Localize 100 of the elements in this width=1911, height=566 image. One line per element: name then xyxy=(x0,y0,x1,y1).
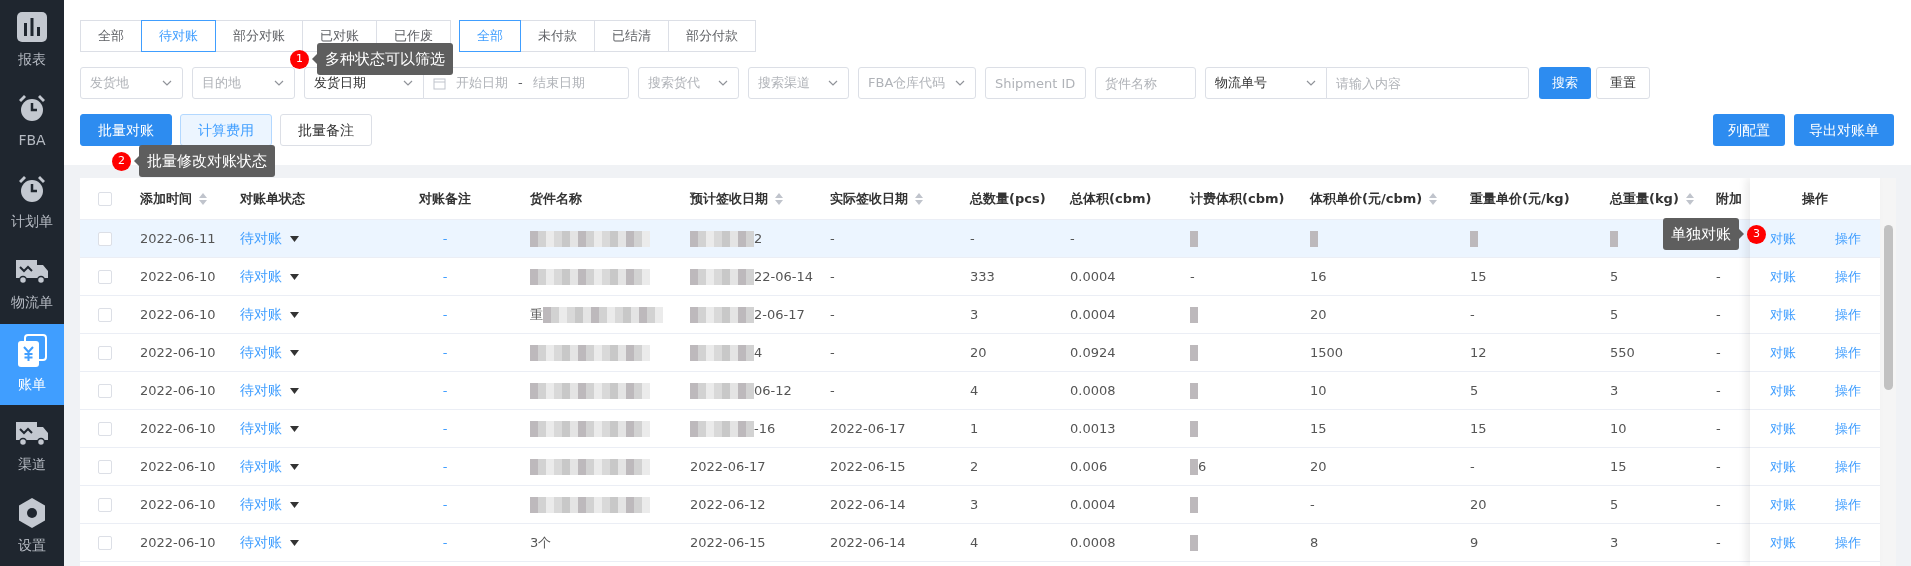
table-cell: 2022-06-17 xyxy=(830,420,906,436)
column-header: 添加时间 xyxy=(140,189,192,208)
action-button[interactable]: 计算费用 xyxy=(180,114,272,146)
input-field[interactable]: 货件名称 xyxy=(1095,67,1196,99)
status-tab[interactable]: 全部 xyxy=(80,20,142,52)
checkbox[interactable] xyxy=(98,345,112,360)
table-cell: 3 xyxy=(970,496,979,512)
scrollbar[interactable] xyxy=(1880,178,1896,566)
sort-icon[interactable] xyxy=(774,191,784,206)
sidebar-item[interactable]: 渠道 xyxy=(0,405,64,486)
sidebar-item[interactable]: 物流单 xyxy=(0,243,64,324)
sort-icon[interactable] xyxy=(198,191,208,206)
checkbox[interactable] xyxy=(98,231,112,246)
sidebar-item[interactable]: 报表 xyxy=(0,0,64,81)
action-button[interactable]: 批量备注 xyxy=(280,114,372,146)
checkbox[interactable] xyxy=(98,269,112,284)
caret-icon xyxy=(290,539,299,546)
table-cell-text: - xyxy=(1470,305,1475,324)
origin-select[interactable]: 发货地 xyxy=(80,67,183,99)
action-button[interactable]: 列配置 xyxy=(1713,114,1785,146)
forwarder-select[interactable]: 搜索货代 xyxy=(638,67,739,99)
payment-tab[interactable]: 全部 xyxy=(459,20,521,52)
checkbox[interactable] xyxy=(98,535,112,550)
status-tab[interactable]: 待对账 xyxy=(141,20,216,52)
reconcile-link[interactable]: 对账 xyxy=(1769,532,1796,553)
status-dropdown[interactable]: 待对账 xyxy=(240,418,299,439)
reconcile-link[interactable]: 对账 xyxy=(1769,228,1796,249)
reconcile-link[interactable]: 对账 xyxy=(1769,342,1796,363)
table-cell: - xyxy=(830,344,835,360)
tooltip: 批量修改对账状态 xyxy=(139,145,275,177)
fba-code-select[interactable]: FBA仓库代码 xyxy=(858,67,976,99)
status-dropdown[interactable]: 待对账 xyxy=(240,456,299,477)
status-dropdown[interactable]: 待对账 xyxy=(240,342,299,363)
sort-icon[interactable] xyxy=(1428,191,1439,206)
reconcile-link[interactable]: 对账 xyxy=(1769,304,1796,325)
action-button[interactable]: 批量对账 xyxy=(80,114,172,146)
sidebar-item[interactable]: 设置 xyxy=(0,486,64,566)
column-header: 重量单价(元/kg) xyxy=(1470,189,1570,208)
reconcile-link[interactable]: 对账 xyxy=(1769,266,1796,287)
status-dropdown[interactable]: 待对账 xyxy=(240,304,299,325)
checkbox[interactable] xyxy=(98,383,112,398)
channel-select[interactable]: 搜索渠道 xyxy=(748,67,849,99)
input-field[interactable]: Shipment ID xyxy=(985,67,1086,99)
sidebar-item[interactable]: 计划单 xyxy=(0,162,64,243)
tracking-type-select[interactable]: 物流单号 xyxy=(1205,67,1327,99)
reconcile-link[interactable]: 对账 xyxy=(1769,494,1796,515)
column-header: 总重量(kg) xyxy=(1610,189,1679,208)
reset-button[interactable]: 重置 xyxy=(1596,67,1650,99)
status-dropdown[interactable]: 待对账 xyxy=(240,380,299,401)
table-cell: 0.0004 xyxy=(1070,496,1116,512)
payment-tab[interactable]: 未付款 xyxy=(520,20,595,52)
caret-icon xyxy=(290,463,299,470)
operate-link[interactable]: 操作 xyxy=(1834,342,1861,363)
operate-link[interactable]: 操作 xyxy=(1834,418,1861,439)
operate-link[interactable]: 操作 xyxy=(1834,266,1861,287)
table-cell-text: 4 xyxy=(754,343,763,362)
status-dropdown[interactable]: 待对账 xyxy=(240,228,299,249)
table-cell: 2022-06-10 xyxy=(140,268,216,284)
status-tab[interactable]: 部分对账 xyxy=(215,20,303,52)
table-cell: - xyxy=(1716,534,1721,550)
date-range-field[interactable]: 开始日期 - 结束日期 xyxy=(423,67,629,99)
table-cell: 2022-06-10 xyxy=(140,344,216,360)
table-cell-text: 3 xyxy=(1610,381,1619,400)
checkbox[interactable] xyxy=(98,191,112,206)
status-dropdown[interactable]: 待对账 xyxy=(240,532,299,553)
destination-select[interactable]: 目的地 xyxy=(192,67,295,99)
payment-tab[interactable]: 部分付款 xyxy=(668,20,756,52)
sort-icon[interactable] xyxy=(914,191,924,206)
checkbox[interactable] xyxy=(98,459,112,474)
operate-link[interactable]: 操作 xyxy=(1834,228,1861,249)
search-input-field[interactable]: 请输入内容 xyxy=(1326,67,1529,99)
table-cell: 0.0008 xyxy=(1070,534,1116,550)
operate-link[interactable]: 操作 xyxy=(1834,532,1861,553)
sort-icon[interactable] xyxy=(1684,191,1695,206)
operate-link[interactable]: 操作 xyxy=(1834,304,1861,325)
operate-link[interactable]: 操作 xyxy=(1834,380,1861,401)
search-button[interactable]: 搜索 xyxy=(1539,67,1591,99)
status-dropdown[interactable]: 待对账 xyxy=(240,266,299,287)
reconcile-link[interactable]: 对账 xyxy=(1769,456,1796,477)
column-header: 对账备注 xyxy=(419,189,471,208)
action-button[interactable]: 导出对账单 xyxy=(1794,114,1894,146)
table-cell: - xyxy=(1716,458,1721,474)
operate-link[interactable]: 操作 xyxy=(1834,494,1861,515)
operate-link[interactable]: 操作 xyxy=(1834,456,1861,477)
table-cell-text: 12 xyxy=(1470,343,1487,362)
table-cell: - xyxy=(1716,268,1721,284)
sidebar-item[interactable]: FBA xyxy=(0,81,64,162)
table-cell-text: 22-06-14 xyxy=(754,267,813,286)
sidebar-item[interactable]: 账单 xyxy=(0,324,64,405)
table-cell: 2022-06-14 xyxy=(830,534,906,550)
reconcile-link[interactable]: 对账 xyxy=(1769,380,1796,401)
table-cell: 20 xyxy=(970,344,987,360)
checkbox[interactable] xyxy=(98,307,112,322)
checkbox[interactable] xyxy=(98,421,112,436)
status-dropdown[interactable]: 待对账 xyxy=(240,494,299,515)
checkbox[interactable] xyxy=(98,497,112,512)
payment-tab[interactable]: 已结清 xyxy=(594,20,669,52)
table-cell-text: -16 xyxy=(754,419,776,438)
table-cell: 3 xyxy=(970,306,979,322)
reconcile-link[interactable]: 对账 xyxy=(1769,418,1796,439)
